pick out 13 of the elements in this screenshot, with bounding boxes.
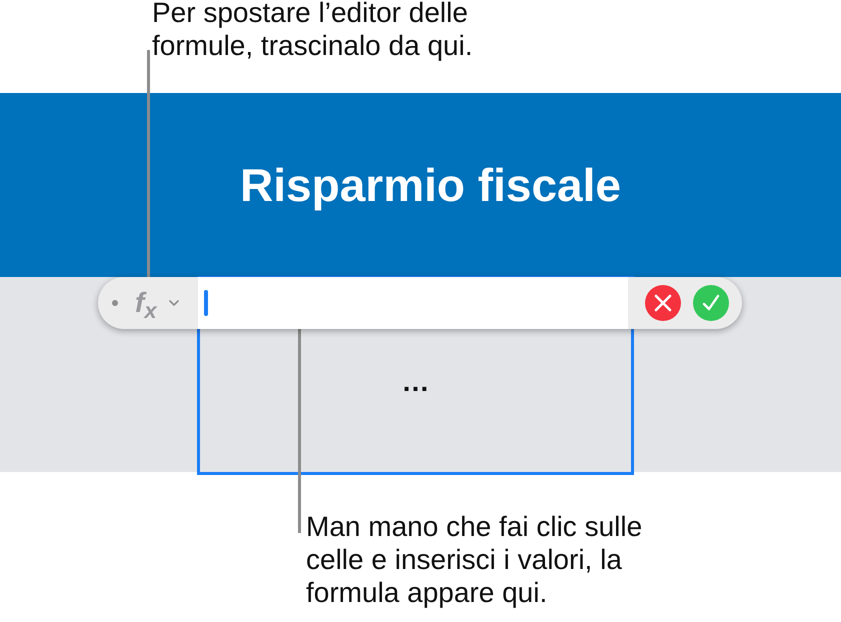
close-icon: [654, 294, 672, 312]
formula-field[interactable]: [198, 277, 628, 329]
chevron-down-icon: [168, 300, 179, 306]
drag-handle-icon[interactable]: [112, 300, 118, 306]
check-icon: [702, 294, 720, 312]
callout-text: Man mano che fai clic sulle celle e inserisci i valori, la formula appare qui.: [306, 510, 644, 609]
text-cursor-icon: [204, 290, 208, 316]
callout-text: Per spostare l’editor delle formule, trascinalo da qui.: [152, 0, 474, 62]
cancel-button[interactable]: [645, 285, 681, 321]
sheet-title: Risparmio fiscale: [240, 158, 621, 212]
formula-editor-bar[interactable]: f$_{x}$: [98, 277, 742, 329]
function-button[interactable]: f$_{x}$: [135, 288, 179, 318]
confirm-button[interactable]: [693, 285, 729, 321]
